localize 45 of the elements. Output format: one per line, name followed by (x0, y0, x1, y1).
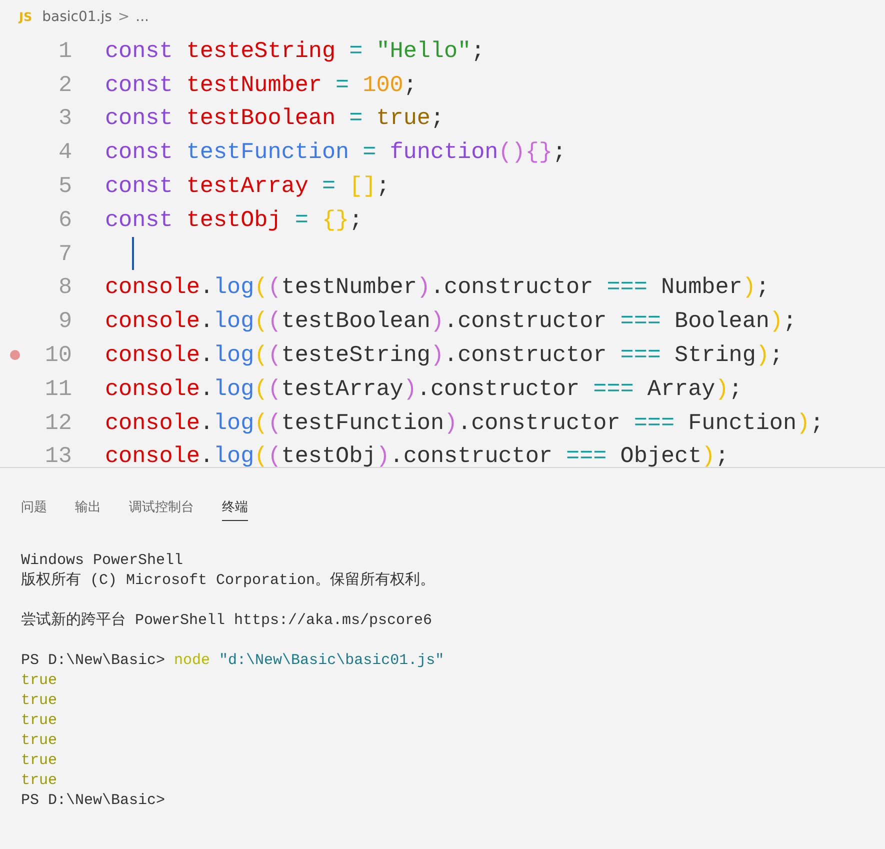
terminal-line: PS D:\New\Basic> node "d:\New\Basic\basic01.js" (21, 652, 444, 669)
breakpoint-dot[interactable] (10, 350, 20, 360)
code-line: const testArray = []; (105, 173, 390, 200)
terminal-line: true (21, 672, 58, 689)
code-line: const testeString = "Hello"; (105, 38, 485, 64)
code-line: console.log((testFunction).constructor === Function); (105, 410, 824, 436)
line-number: 6 (57, 206, 72, 233)
terminal-line: true (21, 752, 58, 769)
line-number: 4 (57, 139, 72, 166)
line-number: 11 (44, 376, 72, 402)
chevron-icon: > (118, 9, 130, 25)
line-number: 12 (44, 410, 72, 436)
terminal-line: true (21, 712, 58, 729)
line-number: 2 (57, 72, 72, 98)
terminal-line: 尝试新的跨平台 PowerShell https://aka.ms/pscore6 (21, 612, 432, 629)
terminal-line: PS D:\New\Basic> (21, 792, 166, 809)
breadcrumb-item[interactable]: ... (136, 9, 149, 25)
code-line: console.log((testObj).constructor === Object); (105, 443, 729, 467)
terminal-line: Windows PowerShell (21, 552, 184, 569)
code-line: const testNumber = 100; (105, 72, 417, 98)
line-number: 3 (57, 105, 72, 132)
code-line: const testObj = {}; (105, 206, 363, 233)
line-number: 1 (57, 38, 72, 64)
panel-tab[interactable]: 终端 (222, 497, 248, 521)
line-number: 9 (57, 308, 72, 334)
line-number: 10 (44, 342, 72, 368)
line-number: 7 (57, 240, 72, 267)
code-line: console.log((testBoolean).constructor === Boolean); (105, 308, 797, 334)
line-number: 8 (57, 274, 72, 300)
terminal-line: true (21, 772, 58, 789)
code-line: console.log((testArray).constructor === Array); (105, 376, 742, 402)
panel-tab[interactable]: 调试控制台 (129, 497, 194, 521)
panel-tab[interactable]: 输出 (75, 497, 101, 521)
terminal-line: true (21, 732, 58, 749)
code-line: const testBoolean = true; (105, 105, 444, 132)
panel-tab[interactable]: 问题 (21, 497, 47, 521)
line-number: 13 (44, 443, 72, 467)
code-line: console.log((testNumber).constructor === Number); (105, 274, 770, 300)
terminal-line: true (21, 692, 58, 709)
js-file-icon: JS (19, 10, 32, 24)
breadcrumb-item[interactable]: basic01.js (42, 9, 112, 25)
line-number: 5 (57, 173, 72, 200)
code-line: console.log((testeString).constructor === String); (105, 342, 784, 368)
code-line: const testFunction = function(){}; (105, 139, 566, 166)
terminal-line: 版权所有 (C) Microsoft Corporation。保留所有权利。 (21, 572, 436, 589)
